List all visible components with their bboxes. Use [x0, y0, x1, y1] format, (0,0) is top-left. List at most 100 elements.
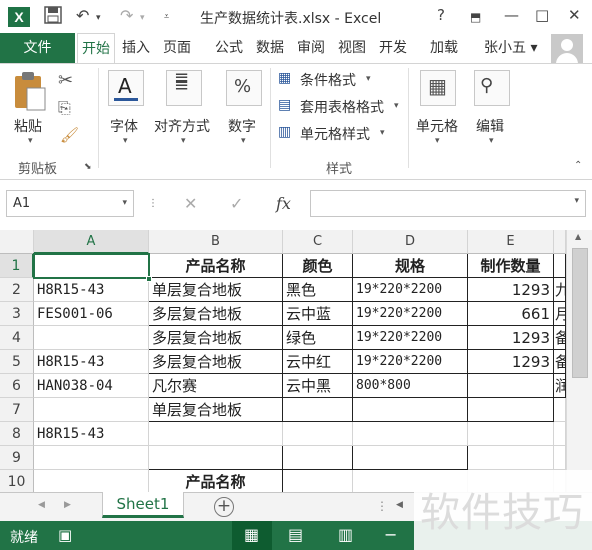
cell-a1[interactable]: [34, 254, 149, 278]
cut-icon[interactable]: ✂: [58, 70, 73, 91]
close-button[interactable]: ✕: [568, 6, 581, 24]
cell-c3[interactable]: 云中蓝: [283, 302, 353, 326]
row-header[interactable]: 6: [0, 374, 34, 398]
cell-f2[interactable]: 九: [554, 278, 566, 302]
cell-c4[interactable]: 绿色: [283, 326, 353, 350]
copy-icon[interactable]: ⎘: [58, 98, 71, 118]
cell-a4[interactable]: [34, 326, 149, 350]
row-header[interactable]: 9: [0, 446, 34, 470]
insert-function-icon[interactable]: fx: [276, 194, 291, 213]
cell-a10[interactable]: [34, 470, 149, 494]
enter-icon[interactable]: ✓: [230, 194, 243, 213]
user-name[interactable]: 张小五 ▾: [484, 33, 537, 63]
tab-file[interactable]: 文件: [0, 33, 75, 63]
cancel-icon[interactable]: ✕: [184, 194, 197, 213]
conditional-format-button[interactable]: ▦ 条件格式 ▾: [278, 70, 388, 92]
customize-qat-icon[interactable]: ⩡: [164, 12, 169, 22]
cell-a6[interactable]: HAN038-04: [34, 374, 149, 398]
tab-insert[interactable]: 插入: [122, 33, 150, 63]
cell-d9[interactable]: [353, 446, 468, 470]
cell-f6[interactable]: 润: [554, 374, 566, 398]
cell-e4[interactable]: 1293: [468, 326, 554, 350]
cell-f8[interactable]: [554, 422, 566, 446]
cell-c9[interactable]: [283, 446, 353, 470]
minimize-button[interactable]: —: [504, 6, 519, 24]
cell-e8[interactable]: [468, 422, 554, 446]
cell-d4[interactable]: 19*220*2200: [353, 326, 468, 350]
column-header-d[interactable]: D: [353, 230, 468, 254]
cell-c1[interactable]: 颜色: [283, 254, 353, 278]
cell-c8[interactable]: [283, 422, 353, 446]
collapse-ribbon-icon[interactable]: ⌃: [574, 160, 582, 171]
name-box-dropdown-icon[interactable]: ▾: [122, 191, 127, 216]
cell-b7[interactable]: 单层复合地板: [149, 398, 283, 422]
row-header[interactable]: 7: [0, 398, 34, 422]
tab-split-icon[interactable]: ⋮: [376, 499, 388, 513]
cell-b3[interactable]: 多层复合地板: [149, 302, 283, 326]
paste-button[interactable]: 粘贴 ▾: [10, 68, 52, 148]
cell-d8[interactable]: [353, 422, 468, 446]
scroll-thumb[interactable]: [572, 248, 588, 378]
tab-view[interactable]: 视图: [338, 33, 366, 63]
column-header-a[interactable]: A: [34, 230, 149, 254]
cell-a3[interactable]: FES001-06: [34, 302, 149, 326]
page-layout-icon[interactable]: ▤: [288, 525, 303, 544]
cell-b4[interactable]: 多层复合地板: [149, 326, 283, 350]
vertical-scrollbar[interactable]: ▲: [566, 230, 592, 492]
add-sheet-button[interactable]: +: [214, 497, 234, 517]
sheet-tab-sheet1[interactable]: Sheet1: [102, 492, 184, 518]
cell-a2[interactable]: H8R15-43: [34, 278, 149, 302]
row-header[interactable]: 10: [0, 470, 34, 494]
cell-d2[interactable]: 19*220*2200: [353, 278, 468, 302]
undo-dropdown-icon[interactable]: ▾: [96, 13, 101, 23]
row-header[interactable]: 5: [0, 350, 34, 374]
cell-a7[interactable]: [34, 398, 149, 422]
row-header[interactable]: 4: [0, 326, 34, 350]
cell-b6[interactable]: 凡尔赛: [149, 374, 283, 398]
column-header-c[interactable]: C: [283, 230, 353, 254]
cell-f7[interactable]: [554, 398, 566, 422]
cell-a5[interactable]: H8R15-43: [34, 350, 149, 374]
column-header-e[interactable]: E: [468, 230, 554, 254]
cell-c6[interactable]: 云中黑: [283, 374, 353, 398]
cell-f9[interactable]: [554, 446, 566, 470]
cell-e1[interactable]: 制作数量: [468, 254, 554, 278]
editing-button[interactable]: ⚲ 编辑 ▾: [472, 68, 512, 148]
format-painter-icon[interactable]: 🖌: [60, 126, 79, 144]
cells-button[interactable]: ▦ 单元格 ▾: [414, 68, 464, 148]
cell-c10[interactable]: [283, 470, 353, 494]
font-button[interactable]: A 字体 ▾: [106, 68, 146, 148]
name-box[interactable]: A1 ▾: [6, 190, 134, 217]
cell-f5[interactable]: 备: [554, 350, 566, 374]
cell-e6[interactable]: [468, 374, 554, 398]
cell-b1[interactable]: 产品名称: [149, 254, 283, 278]
cell-d3[interactable]: 19*220*2200: [353, 302, 468, 326]
row-header[interactable]: 3: [0, 302, 34, 326]
tab-home[interactable]: 开始: [77, 33, 115, 64]
formula-input[interactable]: ▾: [310, 190, 586, 217]
cell-e2[interactable]: 1293: [468, 278, 554, 302]
fill-handle[interactable]: [146, 276, 152, 282]
cell-d5[interactable]: 19*220*2200: [353, 350, 468, 374]
tab-addins[interactable]: 加载: [430, 33, 458, 63]
scroll-up-icon[interactable]: ▲: [575, 232, 581, 241]
ribbon-display-icon[interactable]: ⬒: [470, 10, 481, 24]
zoom-out-icon[interactable]: −: [384, 525, 397, 544]
select-all-corner[interactable]: [0, 230, 34, 254]
normal-view-button[interactable]: ▦: [232, 521, 272, 550]
avatar[interactable]: [551, 34, 583, 64]
expand-formula-icon[interactable]: ▾: [574, 196, 579, 206]
next-sheet-icon[interactable]: ▶: [64, 500, 71, 510]
cell-b8[interactable]: [149, 422, 283, 446]
row-header[interactable]: 8: [0, 422, 34, 446]
column-header-b[interactable]: B: [149, 230, 283, 254]
cell-b9[interactable]: [149, 446, 283, 470]
column-header-f[interactable]: [554, 230, 566, 254]
save-icon[interactable]: [44, 6, 62, 28]
cell-e5[interactable]: 1293: [468, 350, 554, 374]
cell-d7[interactable]: [353, 398, 468, 422]
cell-a9[interactable]: [34, 446, 149, 470]
row-header[interactable]: 2: [0, 278, 34, 302]
cell-e9[interactable]: [468, 446, 554, 470]
cell-d6[interactable]: 800*800: [353, 374, 468, 398]
